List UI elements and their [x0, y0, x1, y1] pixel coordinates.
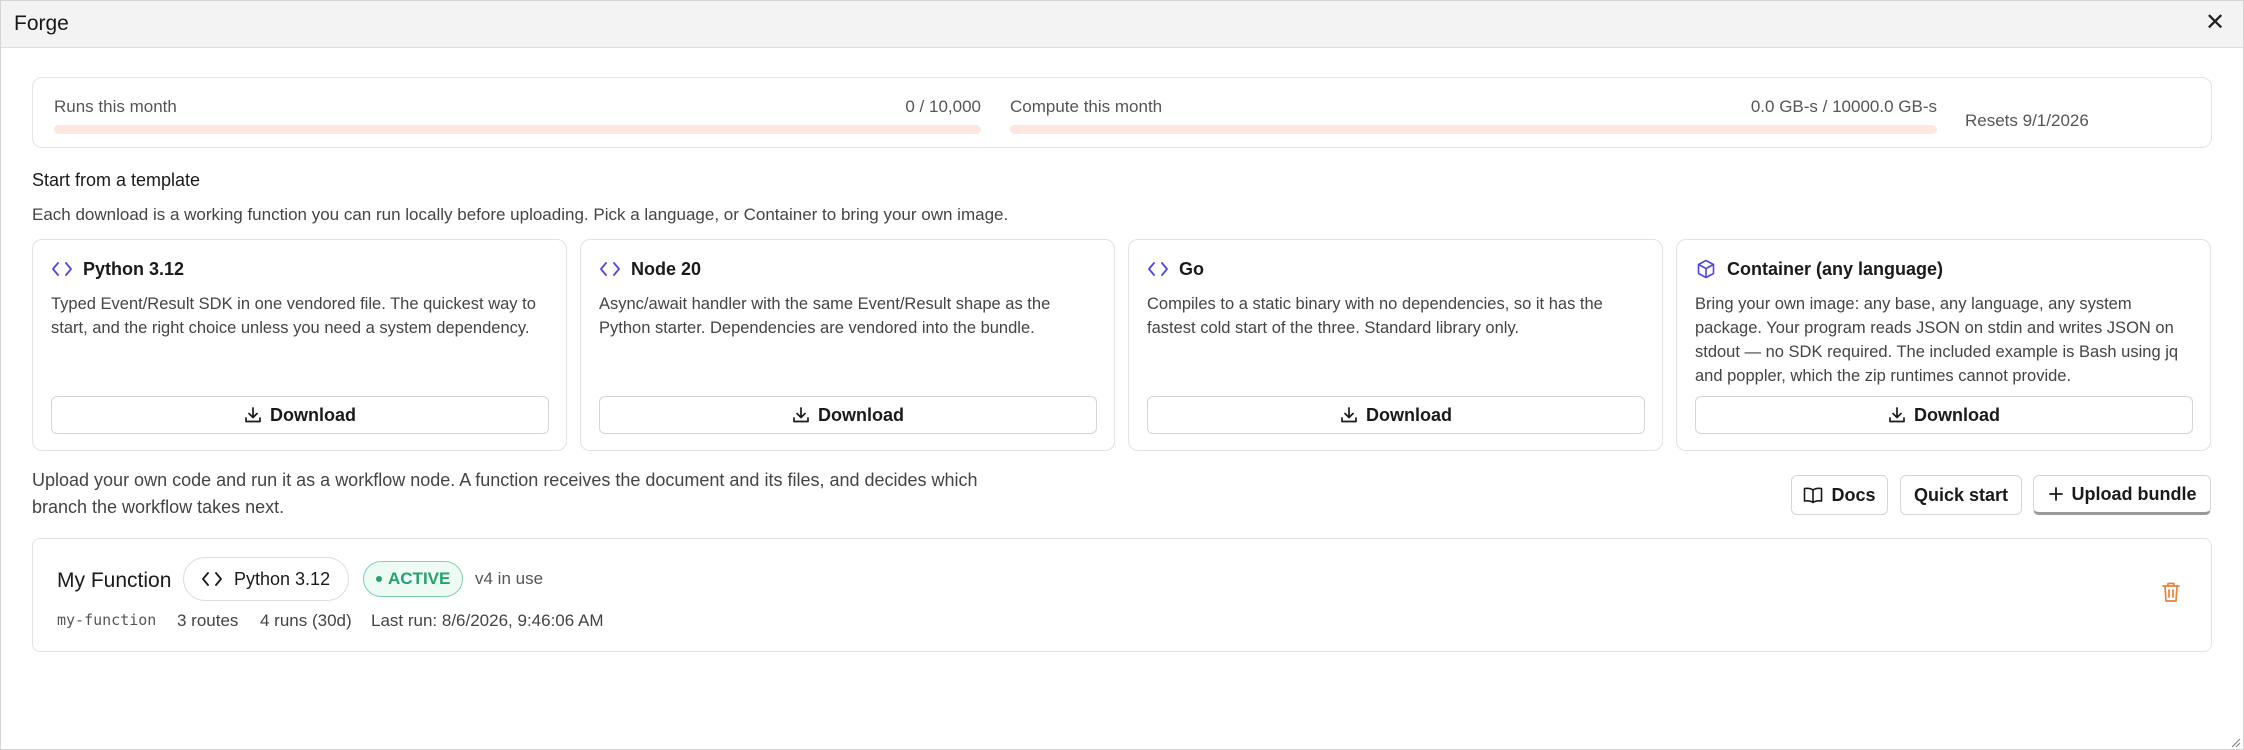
download-icon	[245, 407, 261, 423]
resize-grip-icon[interactable]	[2229, 735, 2241, 748]
window-title: Forge	[14, 12, 69, 35]
download-python-button[interactable]: Download	[51, 396, 549, 434]
title-bar: Forge ✕	[1, 1, 2243, 48]
upload-bundle-label: Upload bundle	[2071, 483, 2197, 504]
template-description: Compiles to a static binary with no depe…	[1147, 295, 1603, 337]
template-card-go: Go Compiles to a static binary with no d…	[1128, 239, 1663, 451]
template-description: Bring your own image: any base, any lang…	[1695, 295, 2179, 385]
code-icon	[202, 572, 222, 586]
template-name: Node 20	[631, 258, 702, 279]
compute-label: Compute this month	[1010, 97, 1163, 116]
template-description: Typed Event/Result SDK in one vendored f…	[51, 295, 536, 337]
code-icon	[599, 258, 621, 280]
templates-subtitle: Each download is a working function you …	[32, 205, 1009, 224]
routes-count: 3 routes	[177, 611, 239, 630]
language-label: Python 3.12	[234, 568, 331, 589]
runs-count: 4 runs (30d)	[260, 611, 352, 630]
close-icon[interactable]: ✕	[2201, 9, 2229, 37]
download-icon	[1341, 407, 1357, 423]
template-card-python: Python 3.12 Typed Event/Result SDK in on…	[32, 239, 567, 451]
status-badge: ACTIVE	[363, 561, 464, 597]
function-slug: my-function	[57, 611, 157, 629]
reset-date: Resets 9/1/2026	[1965, 111, 2089, 130]
cube-icon	[1695, 258, 1717, 280]
download-label: Download	[818, 404, 904, 425]
usage-panel: Runs this month 0 / 10,000 Compute this …	[32, 77, 2212, 148]
download-go-button[interactable]: Download	[1147, 396, 1645, 434]
template-name: Go	[1179, 258, 1204, 279]
download-label: Download	[1366, 404, 1452, 425]
download-icon	[1889, 407, 1905, 423]
code-icon	[51, 258, 73, 280]
forge-window: Forge ✕ Runs this month 0 / 10,000 Compu…	[0, 0, 2244, 750]
delete-trash-icon[interactable]	[2161, 581, 2185, 607]
book-icon	[1804, 487, 1823, 504]
quick-start-button[interactable]: Quick start	[1900, 475, 2022, 515]
compute-value: 0.0 GB-s / 10000.0 GB-s	[1750, 97, 1937, 116]
template-name: Python 3.12	[83, 258, 185, 279]
function-name: My Function	[57, 569, 172, 592]
upload-bundle-button[interactable]: Upload bundle	[2033, 475, 2211, 515]
template-description: Async/await handler with the same Event/…	[599, 295, 1051, 337]
status-label: ACTIVE	[388, 569, 451, 588]
version-in-use: v4 in use	[475, 569, 544, 588]
download-label: Download	[1914, 404, 2000, 425]
last-run: Last run: 8/6/2026, 9:46:06 AM	[371, 611, 604, 630]
plus-icon	[2048, 487, 2063, 501]
compute-progress-track	[1010, 125, 1937, 134]
template-card-node: Node 20 Async/await handler with the sam…	[580, 239, 1115, 451]
runs-progress-track	[54, 125, 981, 134]
runs-label: Runs this month	[54, 97, 177, 116]
templates-title: Start from a template	[32, 170, 201, 190]
template-name: Container (any language)	[1727, 258, 1944, 279]
runs-value: 0 / 10,000	[905, 97, 981, 116]
function-row[interactable]: My Function Python 3.12 ACTIVE v4 in use…	[32, 538, 2212, 652]
download-icon	[793, 407, 809, 423]
download-label: Download	[270, 404, 356, 425]
docs-button[interactable]: Docs	[1791, 475, 1888, 515]
code-icon	[1147, 258, 1169, 280]
download-node-button[interactable]: Download	[599, 396, 1097, 434]
status-dot-icon	[376, 576, 382, 582]
language-badge: Python 3.12	[183, 557, 350, 601]
template-card-container: Container (any language) Bring your own …	[1676, 239, 2211, 451]
quick-start-label: Quick start	[1913, 484, 2009, 505]
upload-intro-text: Upload your own code and run it as a wor…	[32, 470, 978, 517]
docs-label: Docs	[1831, 484, 1876, 505]
download-container-button[interactable]: Download	[1695, 396, 2193, 434]
